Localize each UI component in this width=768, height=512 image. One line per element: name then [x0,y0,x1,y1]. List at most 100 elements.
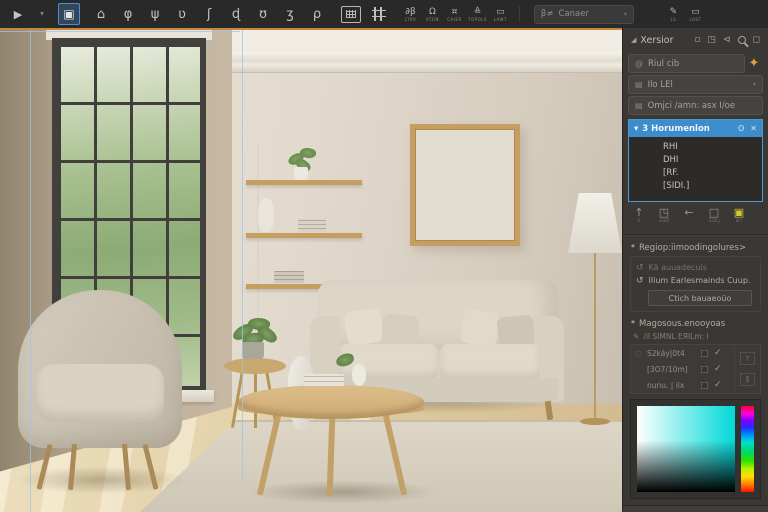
export-button[interactable]: ◳ e2l/0 [656,207,672,229]
name-input[interactable]: @ Riul cib [628,54,745,73]
sparkle-icon[interactable]: ✦ [745,56,763,71]
scene-table-vase [352,364,366,386]
hue-slider[interactable] [741,406,754,492]
layer-value: Ilo LEl [647,79,673,90]
tool-button-2[interactable]: φ [118,4,138,24]
layer-dropdown[interactable]: ▤ Ilo LEl ▾ [628,75,763,94]
loop-icon: ↺ [636,275,644,286]
scene-shelf [246,180,362,185]
tool-button-6[interactable]: ɖ [226,4,246,24]
collapse-triangle-icon[interactable]: ◢ [631,36,636,44]
scene-shelf-vase [258,198,274,232]
guide-line-horizontal[interactable] [0,31,240,32]
tool-button-4[interactable]: ʋ [172,4,192,24]
checkbox[interactable] [701,349,708,357]
document-icon: ▤ [635,101,643,110]
tool-button-3[interactable]: ψ [145,4,165,24]
tool-button-9[interactable]: ρ [307,4,327,24]
dimension-title: 3 Horumenlon [642,123,710,134]
edit-note-button[interactable]: ✎ ls [665,7,682,22]
layer-dropdown-row: ▤ Ilo LEl ▾ [628,75,763,94]
frame-icon[interactable]: ◻ [753,35,760,45]
dropdown-icon: β≠ [540,9,554,19]
selected-image-tool-button[interactable]: ▣ [58,3,80,25]
dimension-section-header[interactable]: ▾ 3 Horumenlon ʘ ✕ [629,120,762,137]
table-row[interactable]: ◌ S2káy|0t4 ✓ [631,345,734,361]
tool-topols-button[interactable]: ≙ topols [468,7,487,22]
list-item[interactable]: DHI [629,154,762,167]
box-icon[interactable]: ▫ [694,35,700,45]
loop-icon: ↺ [636,262,644,273]
side-icon-button-1[interactable]: ⊤ [740,352,755,366]
side-icon-button-2[interactable]: ∥ [740,372,755,386]
tool-button-5[interactable]: ʃ [199,4,219,24]
region-option-1[interactable]: ↺ Kä auuadecuis [636,261,755,274]
tool-caier-button[interactable]: ¤ caier [446,7,463,22]
collapse-icon[interactable]: ▾ [634,124,638,134]
move-up-button[interactable]: ↑ h [631,207,647,229]
table-row[interactable]: [3O7/10m] ✓ [631,361,734,377]
list-item[interactable]: [SIDI.] [629,180,762,193]
tool-button-1[interactable]: ⌂ [91,4,111,24]
region-group: ↺ Kä auuadecuis ↺ Ilium Earlesmainds Cuu… [630,256,761,312]
name-field-row: @ Riul cib ✦ [628,54,763,73]
bullet-icon: * [631,243,635,252]
cancel-dropdown[interactable]: β≠ Canaer ▾ [533,4,634,24]
back-arrow-button[interactable]: ← [681,207,697,229]
scene-shelf-rod [257,144,259,336]
application-window: ▶ ▴ ▣ ⌂ φ ψ ʋ ʃ ɖ ʊ ʒ ρ ∂β ltrv Ω aton [0,0,768,512]
toolbar-separator [518,6,520,22]
caret-icon[interactable]: ▴ [32,4,52,24]
panel-header-icons: ▫ ◳ ⊲ ◻ [694,35,760,45]
close-icon[interactable]: ✕ [750,124,757,133]
viewport-canvas[interactable] [0,28,622,512]
checkbox[interactable] [701,381,708,389]
guide-line-vertical-1[interactable] [30,28,31,512]
list-item[interactable]: RHI [629,141,762,154]
scene-ceiling [190,28,622,54]
region-option-2[interactable]: ↺ Ilium Earlesmainds Cuup. [636,274,755,287]
frame-button[interactable]: □ i120.j [706,207,722,229]
tool-ltrv-button[interactable]: ∂β ltrv [402,7,419,22]
checkbox[interactable] [701,365,708,373]
list-item[interactable]: [RF. [629,167,762,180]
canvas-active-border [0,28,622,30]
properties-panel: ◢ Xersior ▫ ◳ ⊲ ◻ @ Riul cib ✦ ▤ Ilo LEl… [622,28,768,512]
material-side-buttons: ⊤ ∥ [734,345,760,393]
scene-shelf [246,233,362,238]
active-frame-button[interactable]: ▣ iti ( [731,207,747,229]
panel-grid-icon[interactable] [341,5,361,23]
dimension-header-icons: ʘ ✕ [738,124,757,133]
tool-group: ⌂ φ ψ ʋ ʃ ɖ ʊ ʒ ρ [84,4,327,24]
panel-title: Xersior [640,34,674,46]
guide-line-vertical-2[interactable] [242,28,243,480]
scene-shelf-books [274,271,304,283]
tool-aton-button[interactable]: Ω aton [424,7,441,22]
sliders-icon[interactable] [371,6,387,22]
screen-frame-button[interactable]: ▭ lost [687,7,704,22]
camera-icon[interactable]: ◳ [707,35,716,45]
saturation-value-field[interactable] [637,406,735,492]
scene-side-table [224,358,286,374]
chevron-down-icon: ▾ [752,81,756,88]
scene-coffee-table [238,385,424,419]
tool-button-8[interactable]: ʒ [280,4,300,24]
search-icon[interactable] [737,36,746,44]
region-section-title: Regiop:iimoodingolures> [639,242,746,253]
tool-button-7[interactable]: ʊ [253,4,273,24]
eye-icon[interactable]: ʘ [738,124,744,133]
collapsed-section-bar[interactable]: * Vlubb ▸ [623,505,768,512]
flag-icon[interactable]: ⊲ [723,35,731,45]
material-section-header[interactable]: * Magosous.enooyoas [631,318,760,329]
play-icon[interactable]: ▶ [8,4,28,24]
scene-armchair-cushion [36,364,164,422]
region-section-header[interactable]: * Regiop:iimoodingolures> [631,242,760,253]
object-input[interactable]: ▤ Omjci /amn: asx I/oe [628,96,763,115]
table-row[interactable]: nunu. | ilx ✓ [631,377,734,393]
tool-lawt-button[interactable]: ▭ lawt [492,7,509,22]
material-table-rows: ◌ S2káy|0t4 ✓ [3O7/10m] ✓ nunu. | ilx ✓ [631,345,734,393]
labeled-tool-group: ∂β ltrv Ω aton ¤ caier ≙ topols ▭ lawt [397,7,509,22]
scene-picture-frame [410,124,520,246]
region-action-button[interactable]: Ctich bauaeoüo [648,290,752,306]
dimension-section: ▾ 3 Horumenlon ʘ ✕ RHI DHI [RF. [SIDI.] [628,119,763,202]
